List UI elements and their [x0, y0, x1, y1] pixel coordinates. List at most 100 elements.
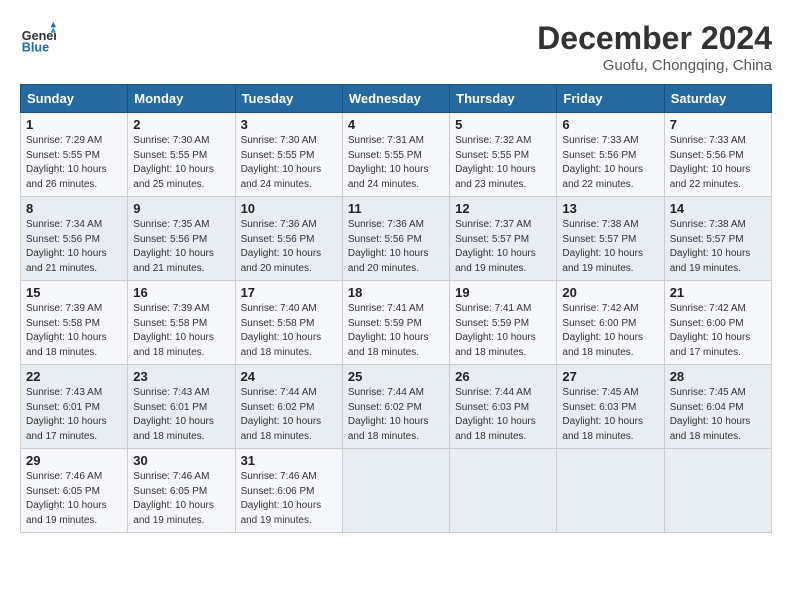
- day-number: 14: [670, 201, 766, 216]
- day-info: Sunrise: 7:45 AM Sunset: 6:04 PM Dayligh…: [670, 386, 766, 444]
- svg-text:Blue: Blue: [22, 41, 49, 55]
- day-info: Sunrise: 7:32 AM Sunset: 5:55 PM Dayligh…: [455, 134, 551, 192]
- day-info: Sunrise: 7:42 AM Sunset: 6:00 PM Dayligh…: [670, 302, 766, 360]
- day-number: 21: [670, 285, 766, 300]
- calendar-cell: 23 Sunrise: 7:43 AM Sunset: 6:01 PM Dayli…: [128, 365, 235, 449]
- day-info: Sunrise: 7:39 AM Sunset: 5:58 PM Dayligh…: [133, 302, 229, 360]
- calendar-cell: 20 Sunrise: 7:42 AM Sunset: 6:00 PM Dayli…: [557, 281, 664, 365]
- calendar-cell: 14 Sunrise: 7:38 AM Sunset: 5:57 PM Dayli…: [664, 197, 771, 281]
- calendar-cell: 8 Sunrise: 7:34 AM Sunset: 5:56 PM Daylig…: [21, 197, 128, 281]
- day-number: 19: [455, 285, 551, 300]
- day-info: Sunrise: 7:44 AM Sunset: 6:03 PM Dayligh…: [455, 386, 551, 444]
- calendar-cell: [557, 449, 664, 533]
- day-info: Sunrise: 7:45 AM Sunset: 6:03 PM Dayligh…: [562, 386, 658, 444]
- day-number: 12: [455, 201, 551, 216]
- day-number: 24: [241, 369, 337, 384]
- weekday-header-saturday: Saturday: [664, 85, 771, 113]
- day-number: 6: [562, 117, 658, 132]
- day-number: 30: [133, 453, 229, 468]
- calendar-cell: 15 Sunrise: 7:39 AM Sunset: 5:58 PM Dayli…: [21, 281, 128, 365]
- calendar-cell: 4 Sunrise: 7:31 AM Sunset: 5:55 PM Daylig…: [342, 113, 449, 197]
- weekday-header-friday: Friday: [557, 85, 664, 113]
- day-info: Sunrise: 7:38 AM Sunset: 5:57 PM Dayligh…: [670, 218, 766, 276]
- calendar-cell: 6 Sunrise: 7:33 AM Sunset: 5:56 PM Daylig…: [557, 113, 664, 197]
- day-number: 10: [241, 201, 337, 216]
- day-info: Sunrise: 7:43 AM Sunset: 6:01 PM Dayligh…: [133, 386, 229, 444]
- day-info: Sunrise: 7:38 AM Sunset: 5:57 PM Dayligh…: [562, 218, 658, 276]
- day-number: 20: [562, 285, 658, 300]
- day-info: Sunrise: 7:44 AM Sunset: 6:02 PM Dayligh…: [348, 386, 444, 444]
- day-info: Sunrise: 7:33 AM Sunset: 5:56 PM Dayligh…: [670, 134, 766, 192]
- month-title: December 2024: [537, 20, 772, 57]
- day-info: Sunrise: 7:44 AM Sunset: 6:02 PM Dayligh…: [241, 386, 337, 444]
- logo-icon: General Blue: [20, 20, 56, 56]
- day-number: 7: [670, 117, 766, 132]
- day-number: 9: [133, 201, 229, 216]
- day-info: Sunrise: 7:36 AM Sunset: 5:56 PM Dayligh…: [241, 218, 337, 276]
- calendar-cell: 1 Sunrise: 7:29 AM Sunset: 5:55 PM Daylig…: [21, 113, 128, 197]
- calendar-cell: 12 Sunrise: 7:37 AM Sunset: 5:57 PM Dayli…: [450, 197, 557, 281]
- calendar-cell: 24 Sunrise: 7:44 AM Sunset: 6:02 PM Dayli…: [235, 365, 342, 449]
- calendar-cell: 31 Sunrise: 7:46 AM Sunset: 6:06 PM Dayli…: [235, 449, 342, 533]
- day-number: 31: [241, 453, 337, 468]
- day-info: Sunrise: 7:46 AM Sunset: 6:06 PM Dayligh…: [241, 470, 337, 528]
- day-info: Sunrise: 7:37 AM Sunset: 5:57 PM Dayligh…: [455, 218, 551, 276]
- day-info: Sunrise: 7:29 AM Sunset: 5:55 PM Dayligh…: [26, 134, 122, 192]
- calendar-cell: 19 Sunrise: 7:41 AM Sunset: 5:59 PM Dayli…: [450, 281, 557, 365]
- weekday-header-wednesday: Wednesday: [342, 85, 449, 113]
- weekday-header-sunday: Sunday: [21, 85, 128, 113]
- calendar-cell: 27 Sunrise: 7:45 AM Sunset: 6:03 PM Dayli…: [557, 365, 664, 449]
- day-number: 16: [133, 285, 229, 300]
- day-number: 8: [26, 201, 122, 216]
- day-info: Sunrise: 7:41 AM Sunset: 5:59 PM Dayligh…: [348, 302, 444, 360]
- day-info: Sunrise: 7:43 AM Sunset: 6:01 PM Dayligh…: [26, 386, 122, 444]
- day-number: 17: [241, 285, 337, 300]
- calendar-cell: 26 Sunrise: 7:44 AM Sunset: 6:03 PM Dayli…: [450, 365, 557, 449]
- day-number: 27: [562, 369, 658, 384]
- calendar-cell: [664, 449, 771, 533]
- calendar-cell: 2 Sunrise: 7:30 AM Sunset: 5:55 PM Daylig…: [128, 113, 235, 197]
- calendar-cell: 22 Sunrise: 7:43 AM Sunset: 6:01 PM Dayli…: [21, 365, 128, 449]
- day-number: 15: [26, 285, 122, 300]
- day-number: 5: [455, 117, 551, 132]
- calendar-cell: 21 Sunrise: 7:42 AM Sunset: 6:00 PM Dayli…: [664, 281, 771, 365]
- day-number: 25: [348, 369, 444, 384]
- calendar-cell: 16 Sunrise: 7:39 AM Sunset: 5:58 PM Dayli…: [128, 281, 235, 365]
- calendar-cell: [342, 449, 449, 533]
- day-info: Sunrise: 7:41 AM Sunset: 5:59 PM Dayligh…: [455, 302, 551, 360]
- day-number: 26: [455, 369, 551, 384]
- day-number: 18: [348, 285, 444, 300]
- day-info: Sunrise: 7:46 AM Sunset: 6:05 PM Dayligh…: [26, 470, 122, 528]
- day-info: Sunrise: 7:33 AM Sunset: 5:56 PM Dayligh…: [562, 134, 658, 192]
- calendar-cell: [450, 449, 557, 533]
- day-number: 22: [26, 369, 122, 384]
- day-number: 3: [241, 117, 337, 132]
- header: General Blue December 2024 Guofu, Chongq…: [20, 20, 772, 74]
- calendar-cell: 7 Sunrise: 7:33 AM Sunset: 5:56 PM Daylig…: [664, 113, 771, 197]
- calendar-cell: 29Sunrise: 7:46 AM Sunset: 6:05 PM Dayli…: [21, 449, 128, 533]
- day-number: 11: [348, 201, 444, 216]
- day-info: Sunrise: 7:34 AM Sunset: 5:56 PM Dayligh…: [26, 218, 122, 276]
- day-number: 13: [562, 201, 658, 216]
- logo: General Blue: [20, 20, 56, 56]
- calendar-cell: 9 Sunrise: 7:35 AM Sunset: 5:56 PM Daylig…: [128, 197, 235, 281]
- weekday-header-monday: Monday: [128, 85, 235, 113]
- calendar-table: SundayMondayTuesdayWednesdayThursdayFrid…: [20, 84, 772, 533]
- calendar-cell: 17Sunrise: 7:40 AM Sunset: 5:58 PM Dayli…: [235, 281, 342, 365]
- day-info: Sunrise: 7:39 AM Sunset: 5:58 PM Dayligh…: [26, 302, 122, 360]
- day-info: Sunrise: 7:30 AM Sunset: 5:55 PM Dayligh…: [133, 134, 229, 192]
- calendar-cell: 25 Sunrise: 7:44 AM Sunset: 6:02 PM Dayli…: [342, 365, 449, 449]
- location-title: Guofu, Chongqing, China: [537, 57, 772, 74]
- day-info: Sunrise: 7:31 AM Sunset: 5:55 PM Dayligh…: [348, 134, 444, 192]
- day-info: Sunrise: 7:35 AM Sunset: 5:56 PM Dayligh…: [133, 218, 229, 276]
- calendar-cell: 30 Sunrise: 7:46 AM Sunset: 6:05 PM Dayli…: [128, 449, 235, 533]
- day-info: Sunrise: 7:36 AM Sunset: 5:56 PM Dayligh…: [348, 218, 444, 276]
- day-number: 2: [133, 117, 229, 132]
- day-number: 1: [26, 117, 122, 132]
- calendar-cell: 18 Sunrise: 7:41 AM Sunset: 5:59 PM Dayli…: [342, 281, 449, 365]
- day-info: Sunrise: 7:42 AM Sunset: 6:00 PM Dayligh…: [562, 302, 658, 360]
- weekday-header-tuesday: Tuesday: [235, 85, 342, 113]
- day-number: 23: [133, 369, 229, 384]
- day-number: 4: [348, 117, 444, 132]
- day-info: Sunrise: 7:46 AM Sunset: 6:05 PM Dayligh…: [133, 470, 229, 528]
